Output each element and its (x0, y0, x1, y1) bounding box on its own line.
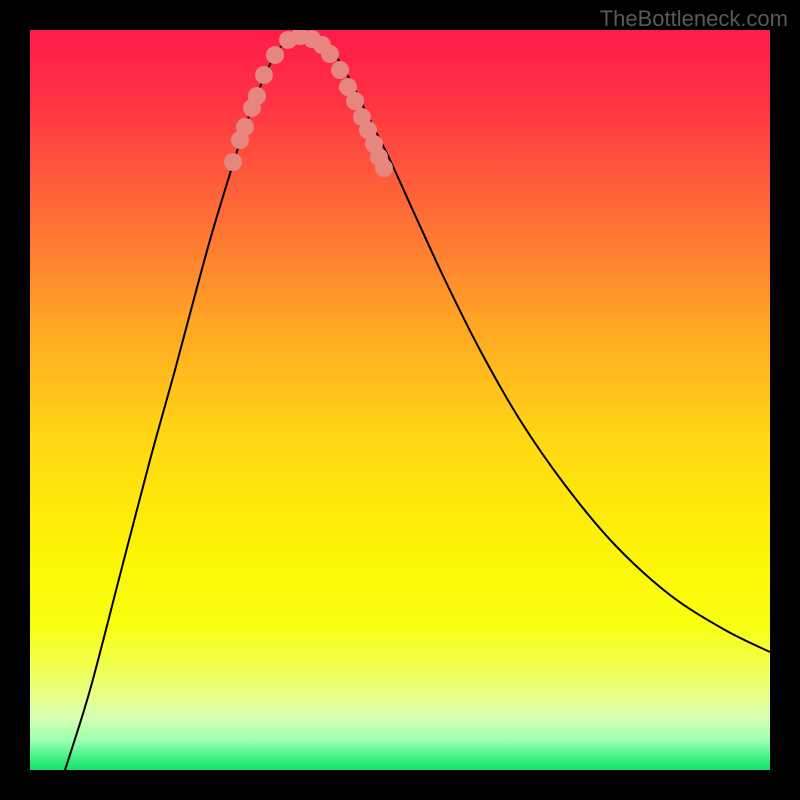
marker-dot (266, 46, 284, 64)
marker-dot (321, 45, 339, 63)
marker-dot (236, 118, 254, 136)
marker-dot (331, 61, 349, 79)
marker-dot (346, 92, 364, 110)
chart-curve-layer (30, 30, 770, 770)
marker-dot (255, 66, 273, 84)
marker-dot (224, 153, 242, 171)
marker-dot (248, 87, 266, 105)
watermark-text: TheBottleneck.com (600, 6, 788, 32)
marker-dot (375, 159, 393, 177)
bottleneck-curve (65, 35, 770, 770)
chart-plot-area (30, 30, 770, 770)
marker-dots-group (224, 30, 393, 177)
